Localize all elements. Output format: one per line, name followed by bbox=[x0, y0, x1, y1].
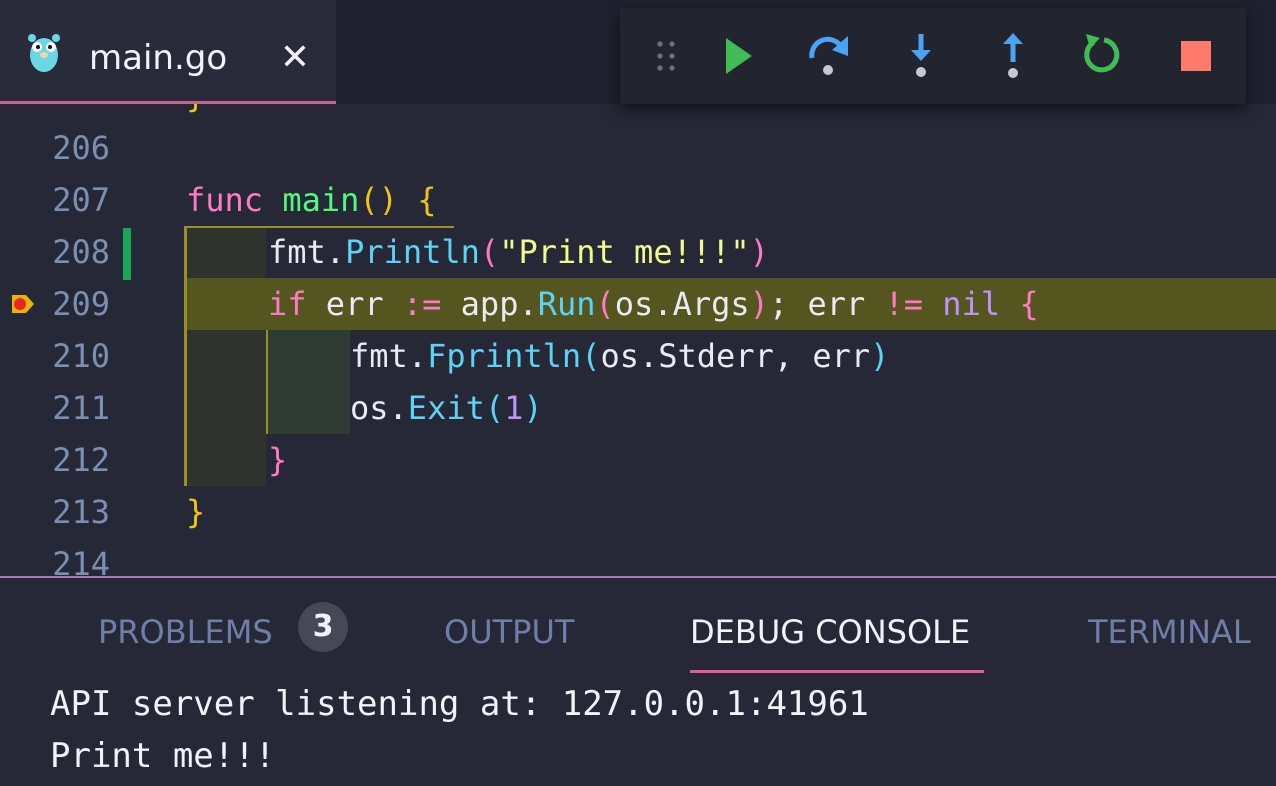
line-number: 206 bbox=[52, 129, 110, 167]
code-line-208: fmt.Println("Print me!!!") bbox=[268, 233, 769, 271]
code-line-211: os.Exit(1) bbox=[350, 389, 543, 427]
gopher-icon bbox=[26, 30, 62, 78]
code-line-209: if err := app.Run(os.Args); err != nil { bbox=[268, 285, 1039, 323]
line-number: 212 bbox=[52, 441, 110, 479]
code-line-207: func main() { bbox=[186, 181, 437, 219]
code-line-210: fmt.Fprintln(os.Stderr, err) bbox=[350, 337, 890, 375]
tab-debug-console[interactable]: DEBUG CONSOLE bbox=[690, 612, 970, 652]
debug-toolbar bbox=[620, 8, 1246, 104]
line-number: 214 bbox=[52, 545, 110, 576]
tab-output[interactable]: OUTPUT bbox=[444, 612, 574, 652]
close-icon[interactable]: ✕ bbox=[278, 36, 312, 80]
step-over-icon[interactable] bbox=[802, 30, 858, 82]
line-number: 211 bbox=[52, 389, 110, 427]
tab-terminal[interactable]: TERMINAL bbox=[1088, 612, 1251, 652]
console-line: Print me!!! bbox=[50, 736, 276, 776]
step-into-icon[interactable] bbox=[893, 30, 949, 82]
step-out-icon[interactable] bbox=[985, 30, 1041, 82]
indent-guide bbox=[184, 226, 187, 486]
line-number: 207 bbox=[52, 181, 110, 219]
code-line-205: } bbox=[186, 104, 205, 122]
line-number: 209 bbox=[52, 285, 110, 323]
restart-icon[interactable] bbox=[1076, 30, 1132, 82]
bottom-panel: PROBLEMS 3 OUTPUT DEBUG CONSOLE TERMINAL… bbox=[0, 576, 1276, 786]
drag-handle-icon[interactable] bbox=[646, 30, 702, 82]
modified-line-marker bbox=[123, 228, 131, 280]
continue-icon[interactable] bbox=[712, 30, 768, 82]
active-tab-indicator bbox=[690, 670, 984, 673]
tab-problems[interactable]: PROBLEMS bbox=[98, 612, 273, 652]
problems-count-badge: 3 bbox=[298, 602, 348, 652]
code-editor[interactable]: } 206 207 208 209 210 211 212 213 214 fu… bbox=[0, 104, 1276, 576]
code-line-213: } bbox=[186, 493, 206, 531]
indent-highlight-inner bbox=[266, 330, 350, 434]
console-line: API server listening at: 127.0.0.1:41961 bbox=[50, 684, 869, 724]
line-number: 210 bbox=[52, 337, 110, 375]
indent-guide-inner bbox=[266, 330, 268, 434]
tab-title: main.go bbox=[89, 38, 228, 78]
stop-icon[interactable] bbox=[1168, 30, 1224, 82]
tab-main-go[interactable]: main.go ✕ bbox=[0, 0, 336, 104]
line-number: 213 bbox=[52, 493, 110, 531]
code-line-212: } bbox=[268, 441, 288, 479]
indent-highlight bbox=[186, 226, 266, 486]
line-number: 208 bbox=[52, 233, 110, 271]
